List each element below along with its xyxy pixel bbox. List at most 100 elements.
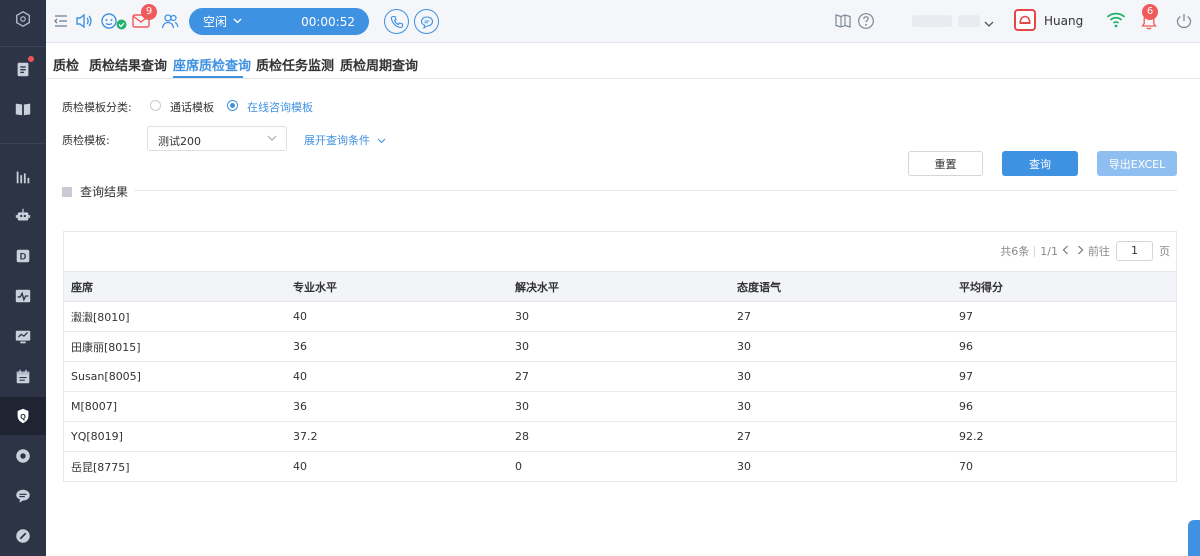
main-content: 质检模板分类: 通话模板 在线咨询模板 质检模板: 测试200 展开查询条件 重…	[46, 79, 1200, 556]
column-header-resolution[interactable]: 解决水平	[508, 271, 730, 302]
cell-agent: 岳昆[8775]	[71, 460, 130, 474]
cell-resolution: 30	[508, 301, 730, 332]
bar-chart-icon[interactable]	[0, 158, 46, 196]
next-page-icon[interactable]	[1077, 245, 1084, 258]
category-label: 质检模板分类:	[62, 101, 132, 114]
account-chevron-down-icon[interactable]	[984, 17, 994, 31]
avatar[interactable]	[1014, 9, 1036, 31]
cell-agent: 瀫瀫[8010]	[64, 301, 286, 332]
speaker-icon[interactable]	[74, 11, 94, 31]
total-count: 共6条	[1000, 245, 1030, 258]
table-row[interactable]: Susan[8005] 40 27 30 97	[64, 361, 1176, 392]
power-icon[interactable]	[1175, 12, 1193, 33]
chat-button[interactable]	[414, 9, 439, 34]
cell-professional: 36	[286, 391, 508, 422]
cell-average: 97	[952, 301, 1176, 332]
chevron-down-icon	[233, 17, 242, 27]
radio-online-label[interactable]: 在线咨询模板	[247, 99, 313, 115]
column-header-attitude[interactable]: 态度语气	[730, 271, 952, 302]
cell-professional: 40	[293, 460, 307, 474]
column-header-agent[interactable]: 座席	[64, 271, 286, 302]
help-icon[interactable]	[857, 12, 875, 33]
cell-attitude: 27	[730, 301, 952, 332]
tab-cycle-query[interactable]: 质检周期查询	[340, 55, 418, 74]
column-header-average[interactable]: 平均得分	[952, 271, 1176, 302]
agent-status-dropdown[interactable]: 空闲 00:00:52	[189, 8, 369, 35]
chat-bubble-icon[interactable]	[0, 477, 46, 515]
radio-call-label[interactable]: 通话模板	[170, 99, 214, 115]
active-tab-indicator	[173, 76, 243, 78]
notification-dot	[28, 56, 34, 62]
cell-resolution: 0	[515, 460, 522, 474]
cell-resolution: 28	[508, 421, 730, 452]
phone-button[interactable]	[384, 9, 409, 34]
quality-shield-icon[interactable]: Q	[0, 397, 46, 435]
chevron-down-icon	[377, 138, 385, 144]
svg-text:D: D	[20, 252, 27, 262]
tab-quality[interactable]: 质检	[53, 55, 79, 74]
template-select[interactable]: 测试200	[147, 126, 287, 151]
cell-attitude: 27	[730, 421, 952, 452]
link-icon[interactable]	[0, 517, 46, 555]
section-divider	[134, 190, 1177, 191]
pulse-monitor-icon[interactable]	[0, 277, 46, 315]
cell-attitude: 30	[730, 361, 952, 392]
table-row[interactable]: M[8007] 36 30 30 96	[64, 391, 1176, 422]
table-row[interactable]: 田康丽[8015] 36 30 30 96	[64, 331, 1176, 362]
target-icon[interactable]	[0, 437, 46, 475]
tab-task-monitor[interactable]: 质检任务监测	[256, 55, 334, 74]
username: Huang	[1044, 14, 1084, 28]
mail-badge: 9	[141, 4, 157, 20]
goto-label: 前往	[1088, 245, 1110, 258]
table-row[interactable]: YQ[8019] 37.2 28 27 92.2	[64, 421, 1176, 452]
collapse-menu-icon[interactable]	[53, 13, 69, 29]
top-toolbar: 9 空闲 00:00:52 Huang 6	[46, 0, 1200, 43]
side-drawer-handle[interactable]	[1188, 520, 1200, 556]
page-number-input[interactable]: 1	[1116, 241, 1153, 261]
column-header-professional[interactable]: 专业水平	[286, 271, 508, 302]
radio-online-template[interactable]	[227, 100, 238, 111]
robot-icon[interactable]	[0, 197, 46, 235]
book-icon[interactable]	[0, 90, 46, 128]
table-header-row: 座席 专业水平 解决水平 态度语气 平均得分	[64, 271, 1176, 302]
radio-call-template[interactable]	[150, 100, 161, 111]
chat-icon	[420, 15, 433, 29]
map-book-icon[interactable]	[834, 12, 852, 33]
prev-page-icon[interactable]	[1062, 245, 1069, 258]
bell-badge: 6	[1142, 4, 1158, 20]
cell-professional: 37.2	[286, 421, 508, 452]
expand-conditions-link[interactable]: 展开查询条件	[304, 132, 386, 148]
module-tabs: 质检 质检结果查询 座席质检查询 质检任务监测 质检周期查询	[46, 43, 1200, 79]
cell-average: 96	[952, 391, 1176, 422]
cell-agent: YQ[8019]	[64, 421, 286, 452]
section-marker	[62, 186, 72, 197]
cell-resolution: 30	[508, 331, 730, 362]
d-badge-icon[interactable]: D	[0, 237, 46, 275]
tab-agent-query[interactable]: 座席质检查询	[173, 55, 251, 74]
contacts-icon[interactable]	[161, 12, 179, 30]
screen-monitor-icon[interactable]	[0, 318, 46, 356]
status-label: 空闲	[203, 15, 228, 29]
online-check-icon	[116, 19, 127, 30]
expand-conditions-label: 展开查询条件	[304, 134, 370, 147]
logo-icon[interactable]	[0, 0, 46, 38]
cell-attitude: 30	[730, 331, 952, 362]
reset-button[interactable]: 重置	[908, 151, 983, 176]
calendar-icon[interactable]	[0, 358, 46, 396]
template-label: 质检模板:	[62, 134, 110, 147]
clipboard-icon[interactable]	[0, 50, 46, 88]
export-excel-button[interactable]: 导出EXCEL	[1097, 151, 1177, 176]
blurred-info	[912, 15, 952, 27]
query-button[interactable]: 查询	[1002, 151, 1078, 176]
section-header: 查询结果	[62, 183, 128, 200]
blurred-info	[958, 15, 980, 27]
cell-agent: M[8007]	[64, 391, 286, 422]
divider	[1034, 245, 1036, 257]
cell-average: 70	[959, 460, 973, 474]
table-row[interactable]: 瀫瀫[8010] 40 30 27 97	[64, 301, 1176, 332]
table-row[interactable]: 岳昆[8775] 40 0 30 70	[64, 452, 1176, 482]
tab-result-query[interactable]: 质检结果查询	[89, 55, 167, 74]
svg-text:Q: Q	[20, 412, 26, 421]
cell-professional: 40	[286, 301, 508, 332]
chevron-down-icon	[267, 132, 277, 145]
